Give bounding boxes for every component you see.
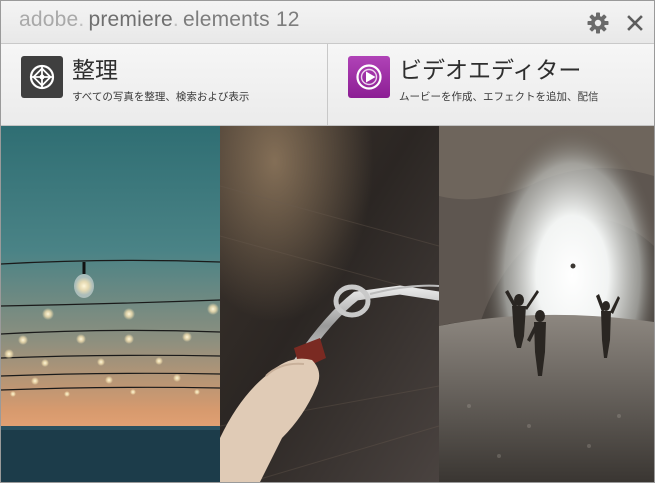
title-bar: adobe. premiere. elements 12 xyxy=(1,1,654,44)
gear-icon[interactable] xyxy=(587,12,609,34)
organizer-button[interactable]: 整理 すべての写真を整理、検索および表示 xyxy=(1,44,328,125)
video-editor-button[interactable]: ビデオエディター ムービーを作成、エフェクトを追加、配信 xyxy=(328,44,654,125)
video-editor-description: ムービーを作成、エフェクトを追加、配信 xyxy=(399,91,599,103)
app-title-product: premiere xyxy=(88,8,173,31)
close-icon[interactable] xyxy=(625,13,645,33)
organizer-title: 整理 xyxy=(72,58,118,84)
video-editor-title: ビデオエディター xyxy=(399,58,582,84)
app-title: adobe. premiere. elements 12 xyxy=(19,8,300,31)
app-title-brand: adobe xyxy=(19,8,79,31)
string-lights-photo xyxy=(1,126,220,482)
photo-strip xyxy=(1,126,654,482)
app-title-version: elements 12 xyxy=(182,8,300,31)
cave-photo xyxy=(439,126,654,482)
app-window: adobe. premiere. elements 12 整理 すべての写真を整… xyxy=(0,0,655,483)
organizer-description: すべての写真を整理、検索および表示 xyxy=(72,91,250,103)
organizer-icon xyxy=(21,56,63,98)
launcher-panels: 整理 すべての写真を整理、検索および表示 ビデオエディター ムービーを作成、エフ… xyxy=(1,44,654,126)
bicycle-photo xyxy=(220,126,439,482)
video-editor-icon xyxy=(348,56,390,98)
